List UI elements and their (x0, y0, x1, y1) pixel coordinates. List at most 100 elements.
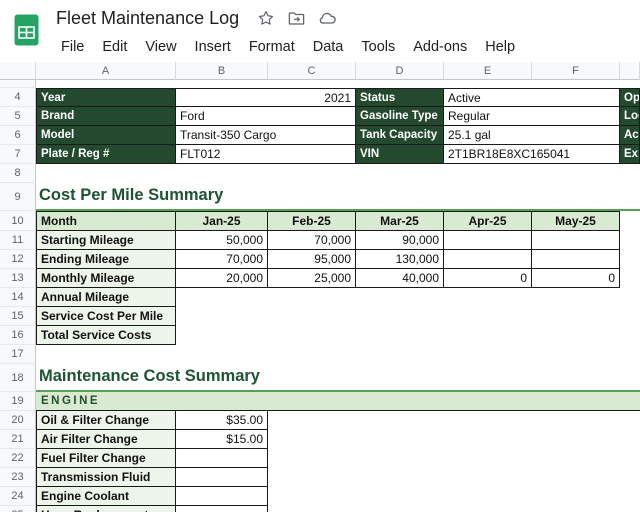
row-header-22[interactable]: 22 (0, 449, 36, 468)
cell-model-label[interactable]: Model (36, 126, 176, 145)
column-header-f[interactable]: F (532, 62, 620, 80)
menu-help[interactable]: Help (476, 37, 524, 57)
column-header-g-partial[interactable] (620, 62, 640, 80)
section-title-maintenance[interactable]: Maintenance Cost Summary (36, 364, 640, 392)
row-header-25[interactable]: 25 (0, 506, 36, 512)
row-header-10[interactable]: 10 (0, 211, 36, 231)
move-folder-icon[interactable] (287, 9, 306, 28)
cell-month-feb[interactable]: Feb-25 (268, 211, 356, 231)
cell-status-value[interactable]: Active (444, 88, 620, 107)
sheets-logo-icon[interactable] (14, 14, 39, 51)
cell-vin-value[interactable]: 2T1BR18E8XC165041 (444, 145, 620, 164)
cell-air-filter-label[interactable]: Air Filter Change (36, 430, 176, 449)
column-header-b[interactable]: B (176, 62, 268, 80)
empty-cells[interactable] (268, 411, 640, 430)
cell-value[interactable] (532, 250, 620, 269)
cell-status-label[interactable]: Status (356, 88, 444, 107)
cell-oil-filter-label[interactable]: Oil & Filter Change (36, 411, 176, 430)
cell-value[interactable] (532, 231, 620, 250)
menu-view[interactable]: View (136, 37, 185, 57)
select-all-corner[interactable] (0, 62, 36, 80)
empty-cells[interactable] (176, 326, 640, 345)
empty-cell[interactable] (620, 250, 640, 269)
cell-ending-mileage-label[interactable]: Ending Mileage (36, 250, 176, 269)
cell-edge-partial[interactable]: Loc (620, 107, 640, 126)
cell-annual-mileage-label[interactable]: Annual Mileage (36, 288, 176, 307)
row-header-24[interactable]: 24 (0, 487, 36, 506)
empty-cells[interactable] (36, 345, 640, 364)
row-header-17[interactable]: 17 (0, 345, 36, 364)
empty-cells[interactable] (268, 449, 640, 468)
cell-value[interactable]: 40,000 (356, 269, 444, 288)
cell-value[interactable]: 0 (532, 269, 620, 288)
row-header-4[interactable]: 4 (0, 88, 36, 107)
cell-month-mar[interactable]: Mar-25 (356, 211, 444, 231)
cell-tank-label[interactable]: Tank Capacity (356, 126, 444, 145)
row-header-11[interactable]: 11 (0, 231, 36, 250)
star-icon[interactable] (257, 9, 275, 27)
cell-value[interactable]: 50,000 (176, 231, 268, 250)
cell-fuel-filter-cost[interactable] (176, 449, 268, 468)
row-header-5[interactable]: 5 (0, 107, 36, 126)
cell-transmission-cost[interactable] (176, 468, 268, 487)
column-header-d[interactable]: D (356, 62, 444, 80)
cell-gasoline-label[interactable]: Gasoline Type (356, 107, 444, 126)
empty-cells[interactable] (268, 506, 640, 512)
row-header-18[interactable]: 18 (0, 364, 36, 392)
cell-value[interactable] (444, 250, 532, 269)
column-header-a[interactable]: A (36, 62, 176, 80)
cell-month-may[interactable]: May-25 (532, 211, 620, 231)
column-header-e[interactable]: E (444, 62, 532, 80)
cell-tank-value[interactable]: 25.1 gal (444, 126, 620, 145)
cell-service-cost-label[interactable]: Service Cost Per Mile (36, 307, 176, 326)
cell-value[interactable]: 70,000 (268, 231, 356, 250)
cell-value[interactable]: 25,000 (268, 269, 356, 288)
cell-plate-value[interactable]: FLT012 (176, 145, 356, 164)
row-header-23[interactable]: 23 (0, 468, 36, 487)
row-header-19[interactable]: 19 (0, 392, 36, 411)
empty-cells[interactable] (36, 80, 640, 88)
cell-value[interactable]: 130,000 (356, 250, 444, 269)
menu-file[interactable]: File (52, 37, 93, 57)
empty-cell[interactable] (620, 231, 640, 250)
empty-cells[interactable] (268, 430, 640, 449)
row-header-9[interactable]: 9 (0, 183, 36, 211)
cell-starting-mileage-label[interactable]: Starting Mileage (36, 231, 176, 250)
row-header-16[interactable]: 16 (0, 326, 36, 345)
document-title[interactable]: Fleet Maintenance Log (52, 7, 243, 30)
cell-year-value[interactable]: 2021 (176, 88, 356, 107)
column-header-c[interactable]: C (268, 62, 356, 80)
empty-cell[interactable] (620, 211, 640, 231)
menu-format[interactable]: Format (240, 37, 304, 57)
cell-air-filter-cost[interactable]: $15.00 (176, 430, 268, 449)
cell-brand-label[interactable]: Brand (36, 107, 176, 126)
menu-edit[interactable]: Edit (93, 37, 136, 57)
engine-section-header[interactable]: ENGINE (36, 392, 640, 411)
menu-add-ons[interactable]: Add-ons (404, 37, 476, 57)
cell-edge-partial[interactable]: Op (620, 88, 640, 107)
menu-insert[interactable]: Insert (186, 37, 240, 57)
cell-model-value[interactable]: Transit-350 Cargo (176, 126, 356, 145)
empty-cells[interactable] (176, 307, 640, 326)
row-header-7[interactable]: 7 (0, 145, 36, 164)
cell-month-header[interactable]: Month (36, 211, 176, 231)
cell-oil-filter-cost[interactable]: $35.00 (176, 411, 268, 430)
cell-edge-partial[interactable]: Exp (620, 145, 640, 164)
menu-tools[interactable]: Tools (352, 37, 404, 57)
section-title-cost-per-mile[interactable]: Cost Per Mile Summary (36, 183, 640, 211)
cell-coolant-label[interactable]: Engine Coolant (36, 487, 176, 506)
empty-cells[interactable] (176, 288, 640, 307)
row-header-21[interactable]: 21 (0, 430, 36, 449)
cell-coolant-cost[interactable] (176, 487, 268, 506)
cell-value[interactable]: 95,000 (268, 250, 356, 269)
cell-hose-cost[interactable] (176, 506, 268, 512)
row-header-6[interactable]: 6 (0, 126, 36, 145)
cloud-status-icon[interactable] (318, 8, 338, 28)
row-header[interactable] (0, 80, 36, 88)
row-header-8[interactable]: 8 (0, 164, 36, 183)
cell-value[interactable] (444, 231, 532, 250)
cell-year-label[interactable]: Year (36, 88, 176, 107)
cell-transmission-label[interactable]: Transmission Fluid (36, 468, 176, 487)
empty-cell[interactable] (620, 269, 640, 288)
cell-month-apr[interactable]: Apr-25 (444, 211, 532, 231)
